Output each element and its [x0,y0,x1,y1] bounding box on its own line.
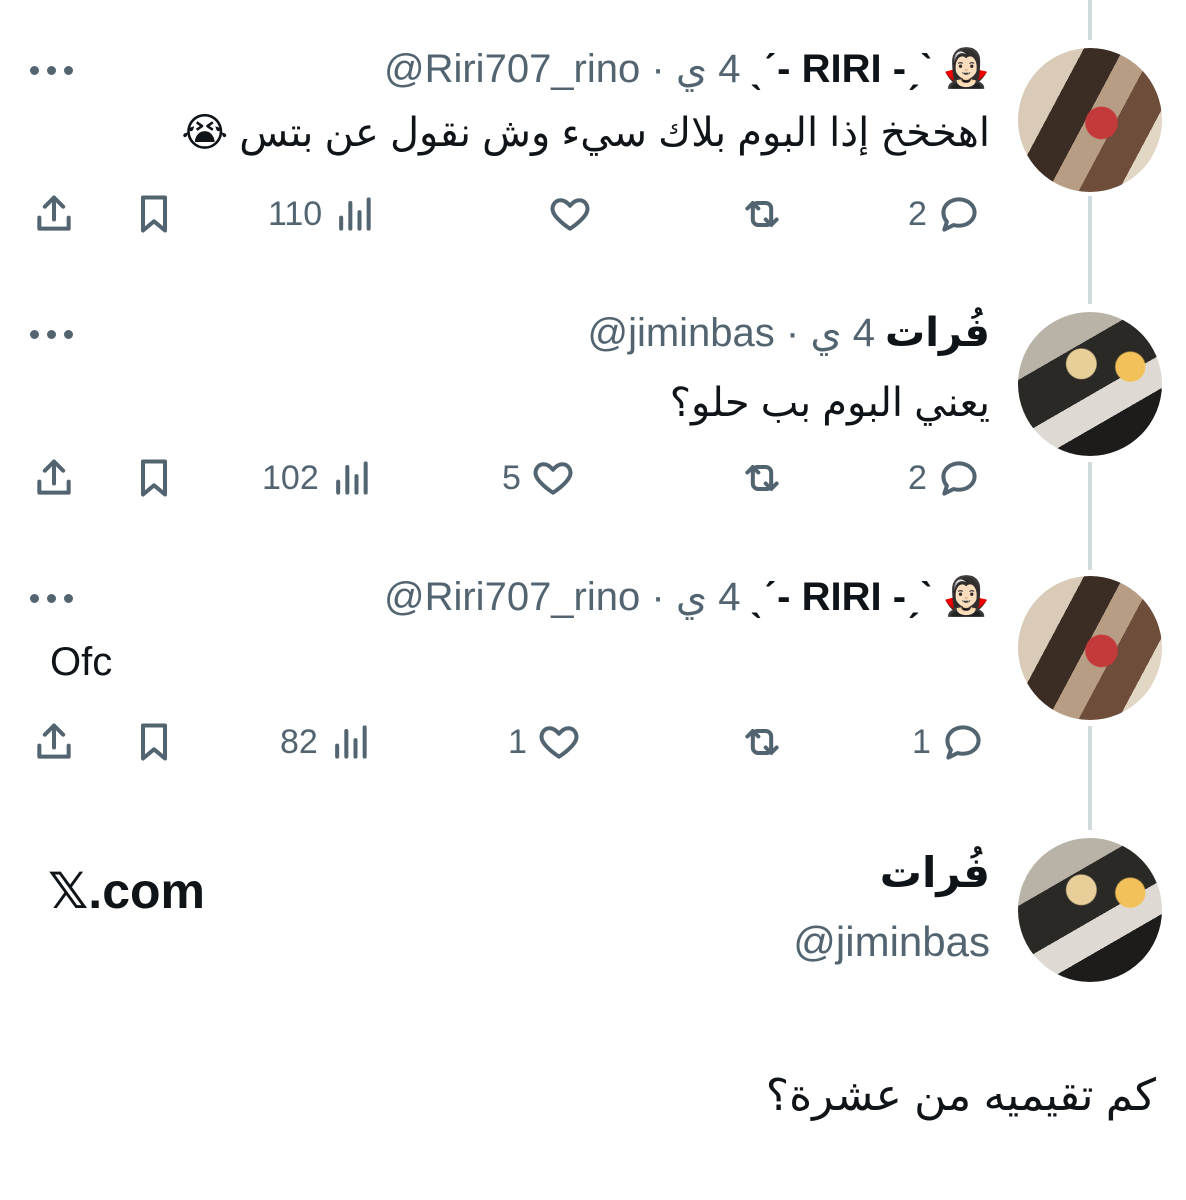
tweet-header: فُرات @jiminbas · 4 ي [587,310,990,356]
bookmark-button[interactable] [132,184,176,244]
views-icon [339,197,371,231]
tweet-meta: @Riri707_rino · 4 ي [383,47,741,91]
avatar[interactable] [1018,312,1162,456]
bookmark-button[interactable] [132,712,176,772]
tweet-text: Ofc [50,640,113,684]
views-count: 110 [268,194,323,233]
views-button[interactable]: 102 [262,448,373,508]
thread-line [1088,462,1092,570]
bookmark-icon [140,195,168,233]
views-button[interactable]: 82 [280,712,372,772]
tweet-actions: 102 5 2 [0,448,1000,508]
card-author-name[interactable]: فُرات [880,848,990,897]
reply-icon [941,197,977,232]
repost-icon [745,728,779,756]
avatar[interactable] [1018,576,1162,720]
vampire-emoji-icon: 🧛🏻‍♀️ [942,48,990,90]
more-icon[interactable] [30,330,73,339]
reply-count: 2 [908,194,927,233]
reply-count: 2 [908,458,927,497]
share-icon [37,723,71,759]
bookmark-icon [140,723,168,761]
avatar[interactable] [1018,838,1162,982]
more-icon[interactable] [30,66,73,75]
views-count: 102 [262,458,319,497]
repost-button[interactable] [740,448,794,508]
like-count: 5 [502,458,521,497]
thread-line [1088,0,1092,40]
tweet-text: يعني البوم بب حلو؟ [669,381,990,425]
views-count: 82 [280,722,318,761]
thread-line [1088,196,1092,304]
tweet-header: 🧛🏻‍♀️ ˎˊ- RIRI -ˏˋ @Riri707_rino · 4 ي [384,574,990,620]
author-name[interactable]: ˎˊ- RIRI -ˏˋ [750,575,932,620]
share-button[interactable] [32,448,76,508]
tweet-time[interactable]: 4 ي [676,575,741,619]
bookmark-icon [140,459,168,497]
tweet-actions: 82 1 1 [0,712,1000,772]
share-icon [37,459,71,495]
author-handle[interactable]: @Riri707_rino [384,47,640,91]
reply-icon [941,461,977,496]
share-button[interactable] [32,184,76,244]
author-handle[interactable]: @Riri707_rino [384,575,640,619]
thread-line [1088,726,1092,830]
share-button[interactable] [32,712,76,772]
author-name[interactable]: فُرات [885,310,990,356]
tweet-time[interactable]: 4 ي [676,47,741,91]
vampire-emoji-icon: 🧛🏻‍♀️ [942,576,990,618]
tweet-time[interactable]: 4 ي [810,311,875,355]
avatar[interactable] [1018,48,1162,192]
reply-icon [945,725,981,760]
like-icon [533,462,573,495]
reply-button[interactable]: 2 [908,448,981,508]
share-icon [37,195,71,231]
like-icon [539,726,579,759]
tweet-text: اهخخخ إذا البوم بلاك سيء وش نقول عن بتس … [181,111,990,155]
x-logo-icon: 𝕏 [48,862,89,920]
tweet-meta: @Riri707_rino · 4 ي [383,575,741,619]
views-icon [334,725,367,759]
like-button[interactable] [538,184,592,244]
reply-count: 1 [912,722,931,761]
author-name[interactable]: ˎˊ- RIRI -ˏˋ [750,47,932,92]
bookmark-button[interactable] [132,448,176,508]
card-author-handle[interactable]: @jiminbas [793,918,990,966]
tweet-header: 🧛🏻‍♀️ ˎˊ- RIRI -ˏˋ @Riri707_rino · 4 ي [384,46,990,92]
caption-question: كم تقيميه من عشرة؟ [765,1071,1156,1120]
x-logo: 𝕏 .com [48,862,205,920]
x-logo-domain: .com [88,863,205,919]
author-handle[interactable]: @jiminbas [587,311,774,355]
repost-icon [745,200,779,228]
views-icon [335,461,368,495]
repost-button[interactable] [740,712,794,772]
tweet-actions: 110 2 [0,184,1000,244]
like-button[interactable]: 1 [508,712,581,772]
like-button[interactable]: 5 [502,448,575,508]
repost-icon [745,464,779,492]
views-button[interactable]: 110 [268,184,376,244]
reply-button[interactable]: 1 [912,712,985,772]
like-count: 1 [508,722,527,761]
reply-button[interactable]: 2 [908,184,981,244]
repost-button[interactable] [740,184,794,244]
tweet-meta: @jiminbas · 4 ي [587,311,876,355]
more-icon[interactable] [30,594,73,603]
like-icon [550,198,590,231]
